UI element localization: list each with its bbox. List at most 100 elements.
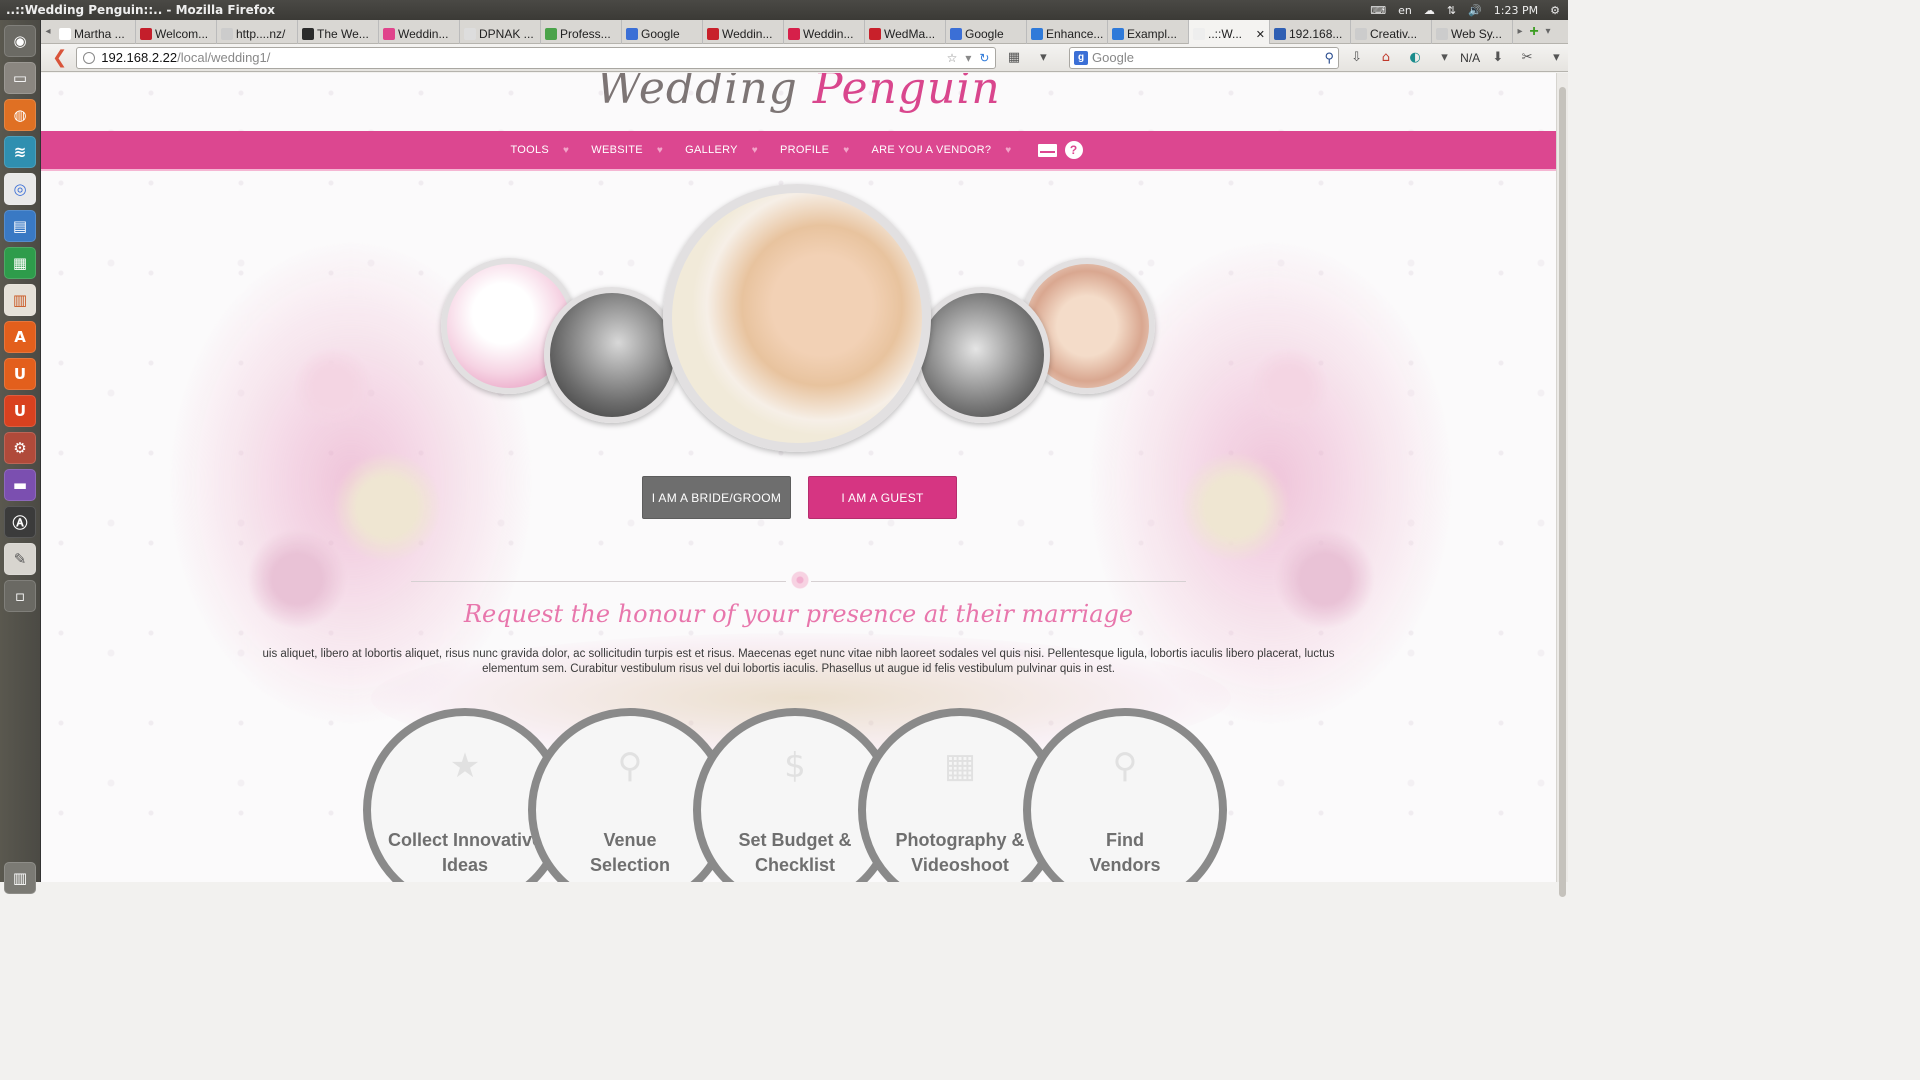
menu-vendor[interactable]: ARE YOU A VENDOR? ♥ — [871, 144, 1033, 156]
mail-icon[interactable] — [1037, 143, 1057, 157]
calc-icon[interactable]: ▦ — [4, 247, 36, 279]
software-center-icon[interactable]: A — [4, 321, 36, 353]
files-icon[interactable]: ▭ — [4, 62, 36, 94]
close-tab-icon[interactable]: ✕ — [1256, 28, 1265, 41]
window-switch-icon[interactable]: ▫ — [4, 580, 36, 612]
remote-desktop-icon[interactable]: ≋ — [4, 136, 36, 168]
system-settings-icon[interactable]: ⚙ — [4, 432, 36, 464]
invitation-heading: Request the honour of your presence at t… — [463, 600, 1134, 628]
tab-label: Profess... — [560, 27, 611, 41]
tab-label: DPNAK ... — [479, 27, 534, 41]
scrollbar-thumb[interactable] — [1559, 87, 1566, 897]
back-button[interactable]: ❮ — [47, 47, 72, 69]
tab-4[interactable]: Weddin... — [379, 20, 460, 44]
guest-button[interactable]: I AM A GUEST — [808, 476, 957, 519]
ubuntu-one-music-icon[interactable]: U — [4, 395, 36, 427]
star-icon: ★ — [449, 746, 481, 786]
page-scrollbar[interactable] — [1556, 73, 1568, 897]
google-engine-icon[interactable]: g — [1074, 50, 1089, 65]
network-icon[interactable]: ⇅ — [1447, 4, 1456, 17]
tools-icon[interactable]: ✂ — [1515, 47, 1538, 69]
na-indicator[interactable]: N/A — [1460, 51, 1480, 65]
heart-icon: ♥ — [563, 144, 570, 156]
favicon-icon — [1274, 28, 1286, 40]
tab-label: Google — [641, 27, 680, 41]
navigation-bar: ❮ 192.168.2.22 /local/wedding1/ ☆ ▾ ↻ ▦ … — [41, 44, 1568, 72]
menu-dropdown-icon[interactable]: ▾ — [1545, 47, 1568, 69]
ubuntu-one-icon[interactable]: U — [4, 358, 36, 390]
addon-dropdown-icon[interactable]: ▾ — [1032, 47, 1055, 69]
tab-3[interactable]: The We... — [298, 20, 379, 44]
favicon-icon — [221, 28, 233, 40]
tab-13[interactable]: Exampl... — [1108, 20, 1189, 44]
tab-scroll-left-icon[interactable]: ◂ — [41, 20, 55, 43]
photo-couple-bw-right[interactable] — [914, 287, 1050, 423]
search-icon[interactable]: ⚲ — [1324, 50, 1338, 66]
help-icon[interactable]: ? — [1064, 141, 1083, 159]
menu-website[interactable]: WEBSITE ♥ — [591, 144, 685, 156]
tab-label: Martha ... — [74, 27, 125, 41]
menu-tools[interactable]: TOOLS ♥ — [510, 144, 591, 156]
bride-groom-button[interactable]: I AM A BRIDE/GROOM — [642, 476, 791, 519]
chrome-icon[interactable]: ◎ — [4, 173, 36, 205]
tab-scroll-right-icon[interactable]: ▸ — [1513, 20, 1527, 43]
addon-icon[interactable]: ▦ — [1002, 47, 1025, 69]
firefox-icon[interactable]: ◍ — [4, 99, 36, 131]
system-top-bar: ..::Wedding Penguin::.. - Mozilla Firefo… — [0, 0, 1568, 20]
tab-2[interactable]: http....nz/ — [217, 20, 298, 44]
tab-14[interactable]: ..::W... ✕ — [1189, 20, 1270, 44]
text-editor-icon[interactable]: ✎ — [4, 543, 36, 575]
new-tab-icon[interactable]: + — [1527, 20, 1541, 43]
dropdown-arrow-icon[interactable]: ▾ — [965, 51, 971, 65]
tab-1[interactable]: Welcom... — [136, 20, 217, 44]
tab-6[interactable]: Profess... — [541, 20, 622, 44]
tab-16[interactable]: Creativ... — [1351, 20, 1432, 44]
heart-icon: ♥ — [656, 144, 664, 156]
reload-icon[interactable]: ↻ — [979, 51, 989, 65]
impress-icon[interactable]: ▥ — [4, 284, 36, 316]
logo-wedding: Wedding — [596, 73, 798, 114]
settings-gear-icon[interactable]: ⚙ — [1550, 4, 1560, 17]
tab-8[interactable]: Weddin... — [703, 20, 784, 44]
tab-11[interactable]: Google — [946, 20, 1027, 44]
url-bar[interactable]: 192.168.2.22 /local/wedding1/ ☆ ▾ ↻ — [76, 46, 997, 69]
search-bar[interactable]: g Google ⚲ — [1069, 46, 1339, 69]
tab-10[interactable]: WedMa... — [865, 20, 946, 44]
photo-couple-main[interactable] — [663, 184, 931, 452]
volume-icon[interactable]: 🔊 — [1468, 4, 1482, 17]
tab-17[interactable]: Web Sy... — [1432, 20, 1513, 44]
addon-globe-icon[interactable]: ◐ — [1404, 47, 1427, 69]
favicon-icon — [1112, 28, 1124, 40]
cloud-icon[interactable]: ☁ — [1424, 4, 1435, 17]
tab-7[interactable]: Google — [622, 20, 703, 44]
tab-list-icon[interactable]: ▾ — [1541, 20, 1555, 43]
language-indicator[interactable]: en — [1398, 4, 1412, 17]
bookmark-star-icon[interactable]: ☆ — [947, 51, 958, 65]
photo-couple-bw-left[interactable] — [544, 287, 680, 423]
keyboard-icon[interactable]: ⌨ — [1370, 4, 1386, 17]
tab-15[interactable]: 192.168... — [1270, 20, 1351, 44]
menu-gallery[interactable]: GALLERY ♥ — [685, 144, 780, 156]
tab-9[interactable]: Weddin... — [784, 20, 865, 44]
downloads-box-icon[interactable]: ⬇ — [1486, 47, 1509, 69]
workspace-switcher-icon[interactable]: ▬ — [4, 469, 36, 501]
favicon-icon — [545, 28, 557, 40]
favicon-icon — [1193, 28, 1205, 40]
favicon-icon — [140, 28, 152, 40]
unity-launcher: ◉ ▭ ◍ ≋ ◎ ▤ ▦ ▥ A U U ⚙ ▬ Ⓐ ✎ ▫ ▥ — [0, 20, 41, 894]
home-icon[interactable]: ⌂ — [1374, 47, 1397, 69]
addon-arrow-icon[interactable]: ▾ — [1433, 47, 1456, 69]
update-manager-icon[interactable]: Ⓐ — [4, 506, 36, 538]
divider-left — [411, 581, 786, 582]
writer-icon[interactable]: ▤ — [4, 210, 36, 242]
menu-profile[interactable]: PROFILE ♥ — [780, 144, 871, 156]
download-icon[interactable]: ⇩ — [1345, 47, 1368, 69]
site-logo[interactable]: Wedding Penguin — [41, 73, 1556, 111]
tab-label: ..::W... — [1208, 27, 1243, 41]
dash-home-icon[interactable]: ◉ — [4, 25, 36, 57]
tab-0[interactable]: Martha ... — [55, 20, 136, 44]
tab-5[interactable]: DPNAK ... — [460, 20, 541, 44]
tab-12[interactable]: Enhance... — [1027, 20, 1108, 44]
trash-icon[interactable]: ▥ — [4, 862, 36, 894]
clock[interactable]: 1:23 PM — [1494, 4, 1538, 17]
